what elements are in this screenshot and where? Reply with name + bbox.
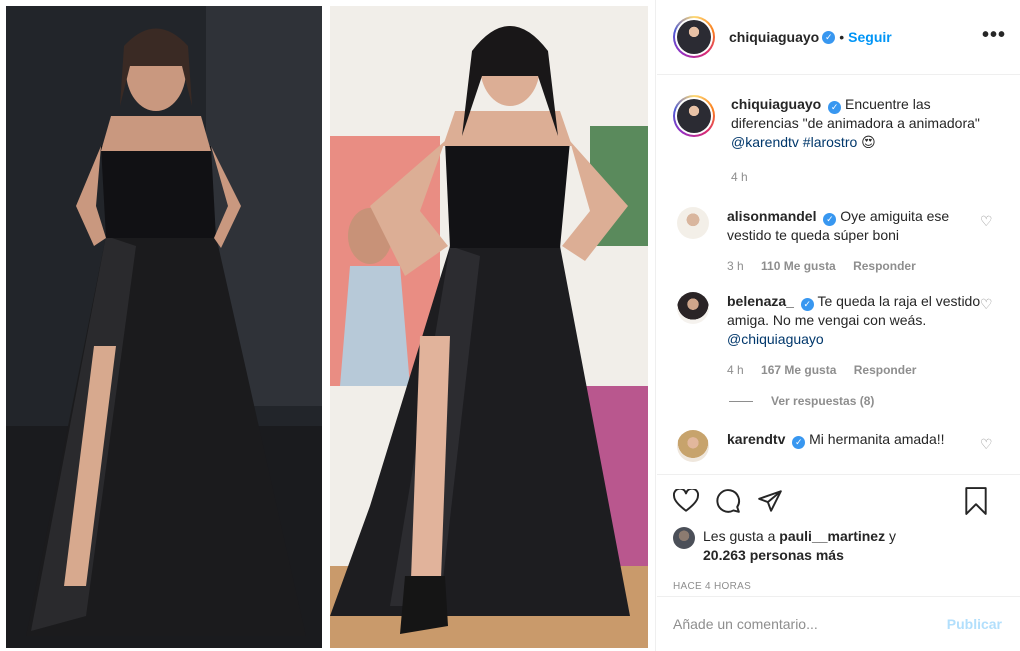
- caption-mentions[interactable]: @karendtv #larostro: [731, 134, 857, 150]
- comment-text: Mi hermanita amada!!: [809, 431, 945, 447]
- likes-joiner: y: [889, 528, 896, 544]
- post-header: chiquiaguayo ✓ • Seguir •••: [657, 0, 1020, 75]
- caption-avatar[interactable]: [673, 95, 715, 137]
- likes-prefix: Les gusta a: [703, 528, 776, 544]
- caption: chiquiaguayo ✓ Encuentre las diferencias…: [673, 95, 1004, 187]
- comment-mention[interactable]: @chiquiaguayo: [727, 331, 824, 347]
- separator-dot: •: [839, 29, 845, 45]
- header-username[interactable]: chiquiaguayo: [729, 29, 819, 45]
- likes-summary: Les gusta a pauli__martinez y 20.263 per…: [673, 527, 1004, 565]
- verified-icon: ✓: [823, 213, 837, 226]
- photo-left: [6, 6, 322, 648]
- post-actions: Les gusta a pauli__martinez y 20.263 per…: [657, 474, 1020, 596]
- comment-username[interactable]: alisonmandel: [727, 208, 816, 224]
- emoji-heart-eyes: 😍: [861, 134, 876, 150]
- post-sidebar: chiquiaguayo ✓ • Seguir ••• chiquiaguayo…: [657, 0, 1020, 651]
- comment-username[interactable]: belenaza_: [727, 293, 794, 309]
- comment-username[interactable]: karendtv: [727, 431, 785, 447]
- like-comment-heart-icon[interactable]: ♡: [980, 436, 994, 452]
- verified-icon: ✓: [800, 298, 814, 311]
- like-comment-heart-icon[interactable]: ♡: [980, 296, 994, 312]
- view-replies-label[interactable]: Ver respuestas (8): [771, 394, 874, 408]
- comments-list[interactable]: chiquiaguayo ✓ Encuentre las diferencias…: [657, 76, 1020, 473]
- caption-username[interactable]: chiquiaguayo: [731, 96, 821, 112]
- comment-item: alisonmandel ✓ Oye amiguita ese vestido …: [673, 207, 1004, 276]
- avatar[interactable]: [673, 16, 715, 58]
- publish-button[interactable]: Publicar: [947, 616, 1002, 632]
- photo-right: [330, 6, 648, 648]
- verified-icon: ✓: [828, 101, 842, 114]
- view-replies-button[interactable]: Ver respuestas (8): [729, 394, 1004, 408]
- liker-username[interactable]: pauli__martinez: [779, 528, 885, 544]
- comment-item: karendtv ✓ Mi hermanita amada!! ♡: [673, 430, 1004, 462]
- heart-icon[interactable]: [673, 489, 699, 513]
- avatar[interactable]: [677, 430, 709, 462]
- liker-avatar[interactable]: [673, 527, 695, 549]
- comment-time[interactable]: 4 h: [727, 363, 744, 377]
- comment-likes[interactable]: 110 Me gusta: [761, 259, 836, 273]
- comment-likes[interactable]: 167 Me gusta: [761, 363, 836, 377]
- verified-icon: ✓: [822, 30, 836, 44]
- comment-time[interactable]: 3 h: [727, 259, 744, 273]
- follow-button[interactable]: Seguir: [848, 29, 892, 45]
- comment-input[interactable]: [673, 616, 947, 632]
- avatar[interactable]: [677, 292, 709, 324]
- post-media[interactable]: [0, 0, 656, 651]
- post-timestamp[interactable]: HACE 4 HORAS: [673, 581, 1004, 592]
- reply-button[interactable]: Responder: [854, 363, 917, 377]
- like-comment-heart-icon[interactable]: ♡: [980, 213, 994, 229]
- replies-divider: [729, 400, 753, 402]
- comment-item: belenaza_ ✓ Te queda la raja el vestido …: [673, 292, 1004, 380]
- more-options-icon[interactable]: •••: [982, 24, 1006, 47]
- avatar[interactable]: [677, 207, 709, 239]
- bookmark-icon[interactable]: [964, 487, 988, 515]
- add-comment-bar: Publicar: [657, 596, 1020, 651]
- likes-count[interactable]: 20.263 personas más: [703, 547, 844, 563]
- verified-icon: ✓: [792, 436, 806, 449]
- share-icon[interactable]: [757, 489, 783, 513]
- caption-time[interactable]: 4 h: [731, 170, 748, 184]
- comment-icon[interactable]: [715, 488, 741, 514]
- reply-button[interactable]: Responder: [853, 259, 916, 273]
